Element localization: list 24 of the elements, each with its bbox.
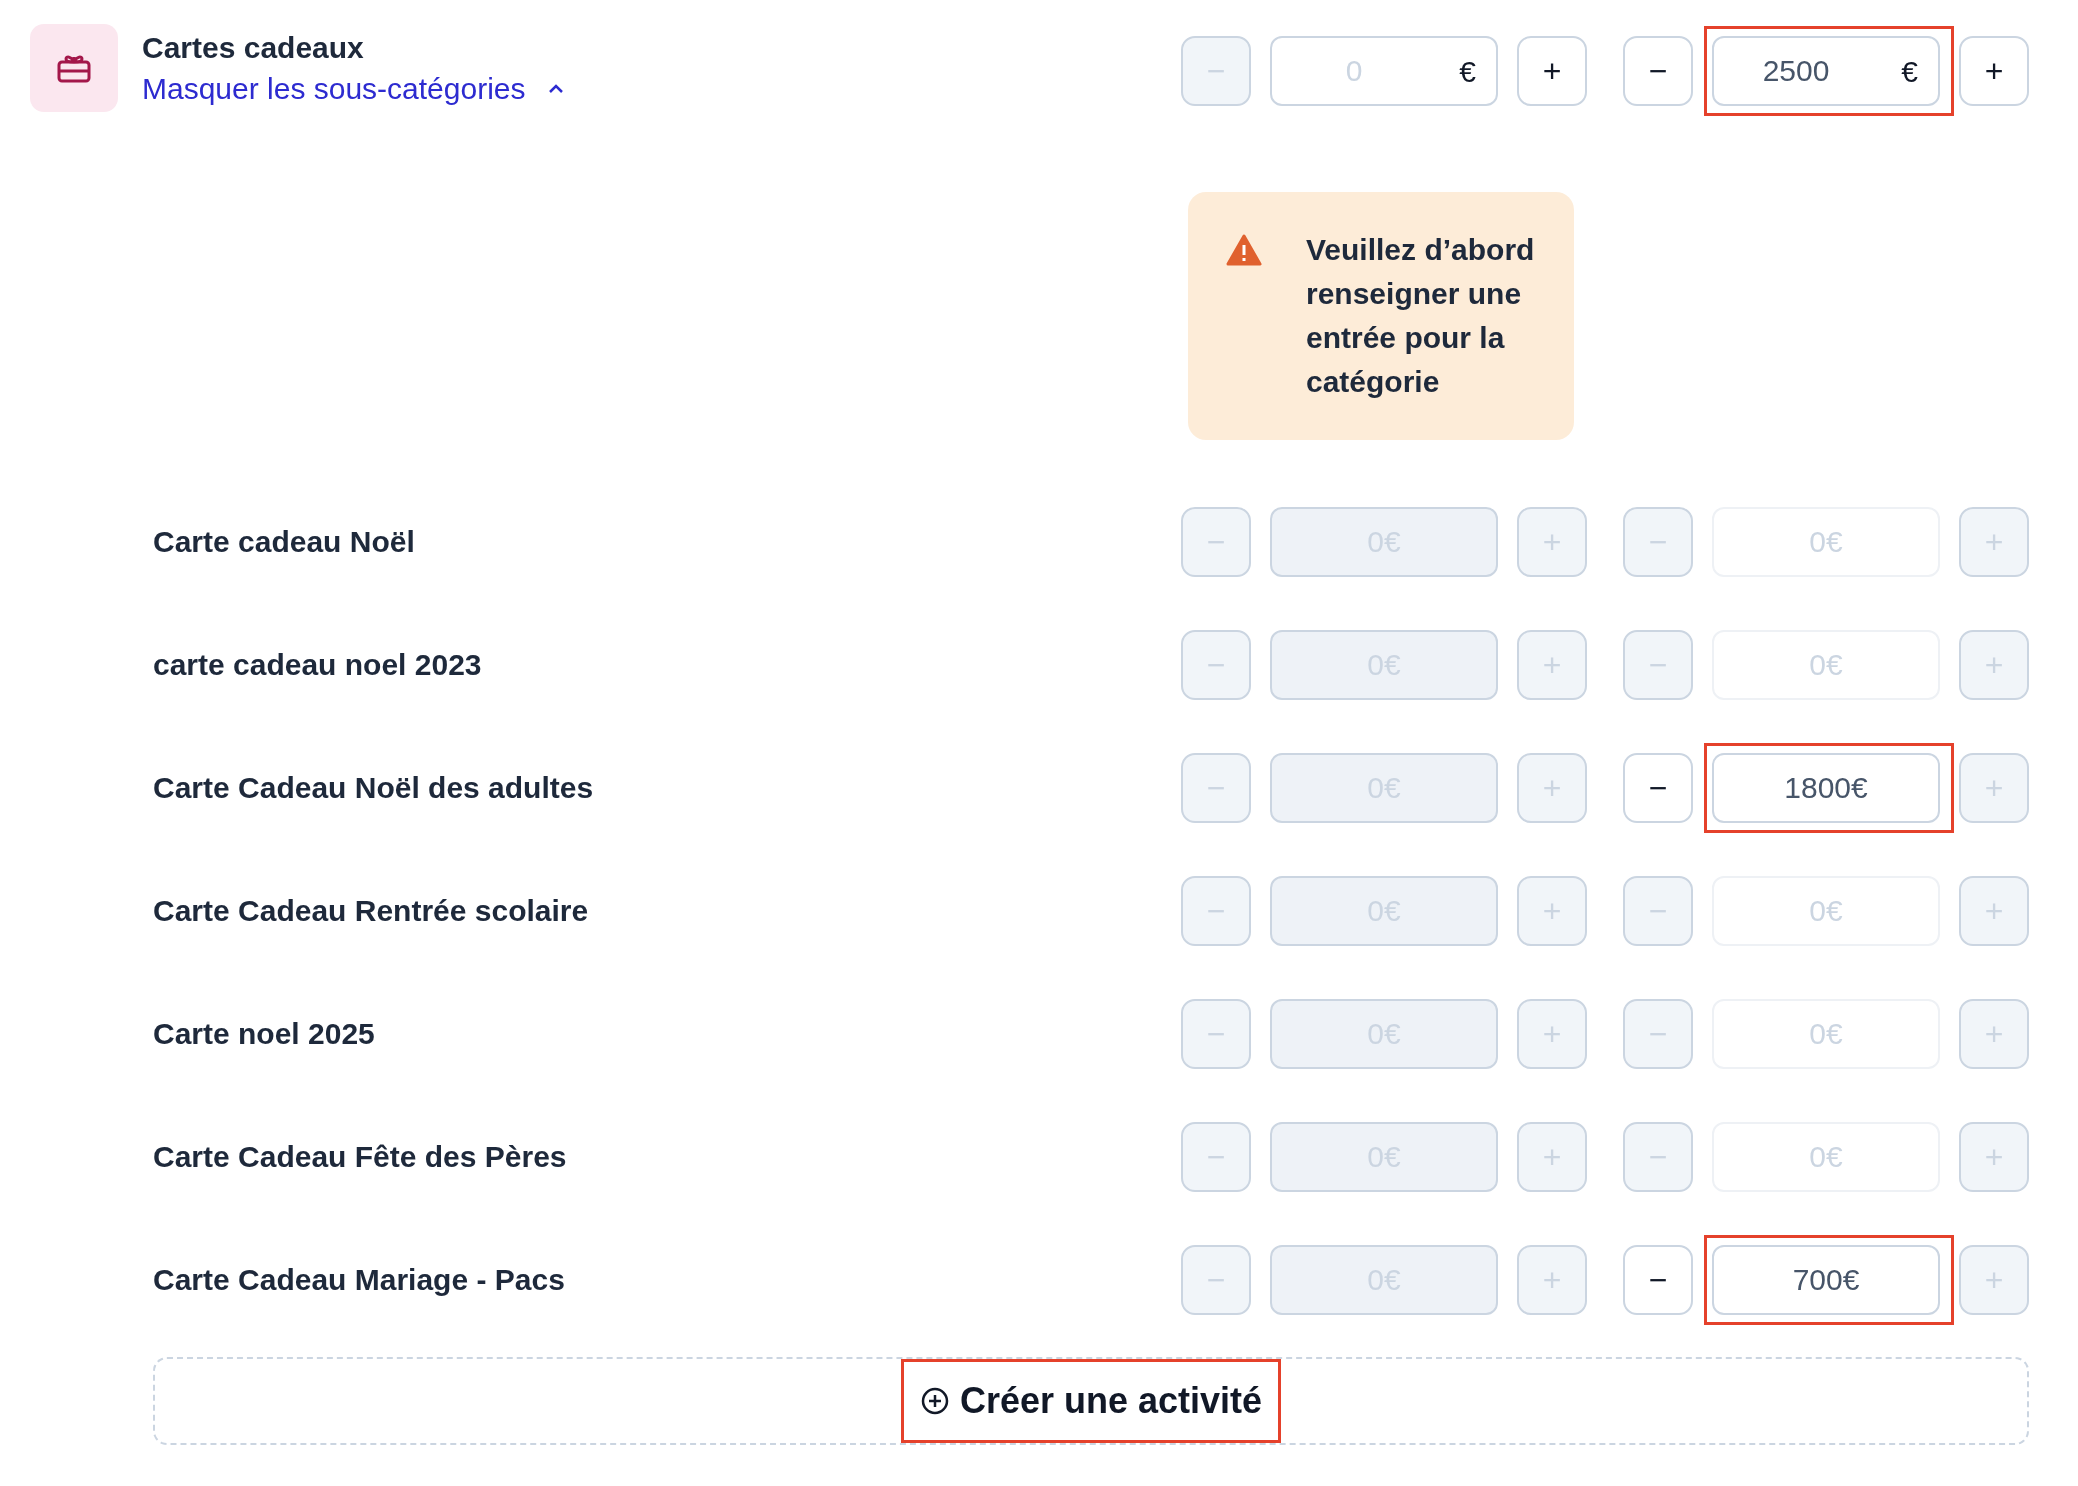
chevron-up-icon (547, 83, 564, 94)
toggle-subcategories-link[interactable]: Masquer les sous-catégories (142, 66, 564, 111)
plus-button[interactable]: + (1959, 36, 2029, 106)
amount-field[interactable]: 700€ (1712, 1244, 1940, 1315)
subcategory-name: Carte Cadeau Noël des adultes (153, 770, 594, 806)
subcategory-name: carte cadeau noel 2023 (153, 647, 482, 683)
subcategory-name: Carte Cadeau Mariage - Pacs (153, 1262, 565, 1298)
plus-button[interactable]: + (1517, 36, 1587, 106)
category-title: Cartes cadeaux (142, 30, 365, 66)
create-activity-button[interactable]: Créer une activité (903, 1362, 1279, 1440)
gift-card-icon (57, 53, 91, 83)
warning-icon (1226, 234, 1262, 266)
amount-field[interactable]: 1800€ (1712, 752, 1940, 823)
warning-message: Veuillez d’abord renseigner une entrée pour la catégorie (1306, 232, 1536, 400)
minus-button[interactable]: − (1623, 36, 1693, 106)
plus-circle-icon (919, 1386, 950, 1416)
euro-unit: € (1459, 53, 1476, 90)
euro-unit: € (1901, 53, 1918, 90)
subcategory-name: Carte cadeau Noël (153, 524, 415, 560)
subcategory-name: Carte Cadeau Rentrée scolaire (153, 893, 589, 929)
subcategory-name: Carte Cadeau Fête des Pères (153, 1139, 567, 1175)
minus-button[interactable]: − (1623, 752, 1693, 823)
subcategory-name: Carte noel 2025 (153, 1016, 375, 1052)
minus-button[interactable]: − (1623, 1244, 1693, 1315)
